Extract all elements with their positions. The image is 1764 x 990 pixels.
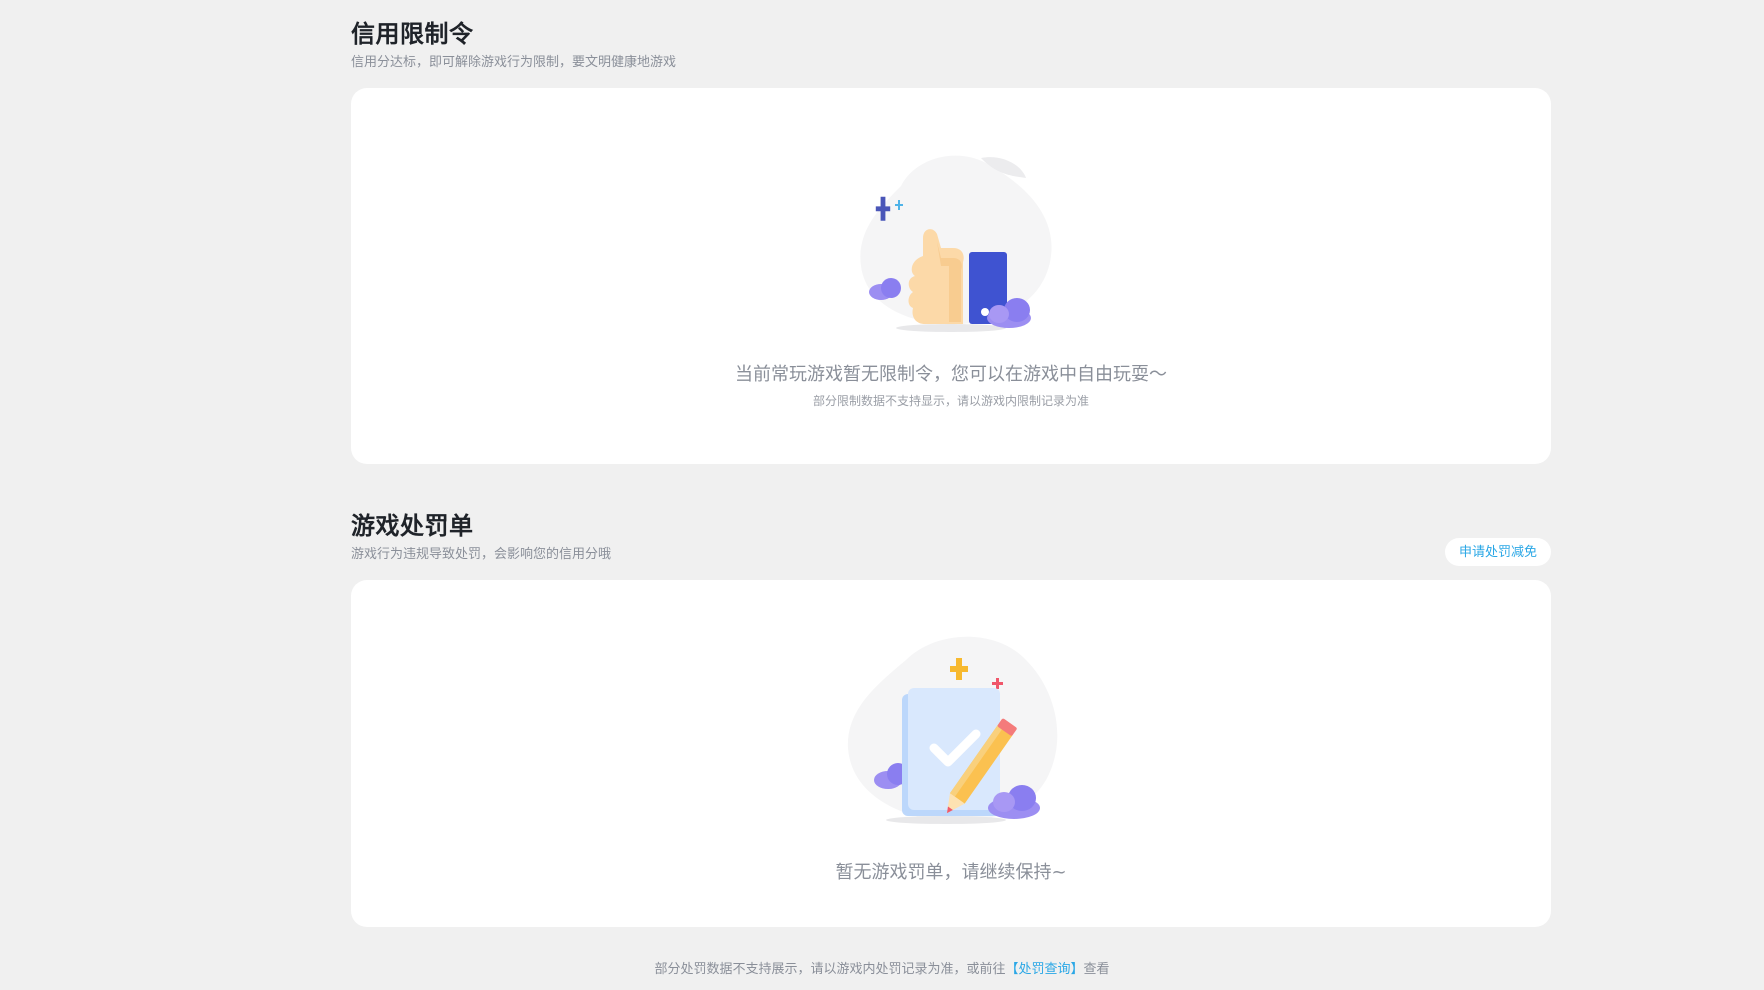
apply-penalty-reduction-button[interactable]: 申请处罚减免 [1444,538,1551,566]
footer-note-suffix: 查看 [1083,962,1110,977]
penalty-subtitle: 游戏行为违规导致处罚，会影响您的信用分哦 [351,547,612,562]
credit-restriction-empty-subtext: 部分限制数据不支持显示，请以游戏内限制记录为准 [812,394,1089,408]
penalty-card: 暂无游戏罚单，请继续保持~ [351,580,1551,927]
checklist-pencil-icon [836,630,1066,826]
penalty-title: 游戏处罚单 [351,512,474,540]
footer-note: 部分处罚数据不支持展示，请以游戏内处罚记录为准，或前往【处罚查询】查看 [0,958,1764,977]
credit-restriction-header: 信用限制令 信用分达标，即可解除游戏行为限制，要文明健康地游戏 [351,18,1551,72]
thumbs-up-icon [841,146,1061,336]
penalty-header: 游戏处罚单 游戏行为违规导致处罚，会影响您的信用分哦 [351,510,1551,570]
footer-note-prefix: 部分处罚数据不支持展示，请以游戏内处罚记录为准，或前往 [654,962,1006,977]
credit-restriction-title: 信用限制令 [351,20,474,48]
credit-restriction-empty-text: 当前常玩游戏暂无限制令，您可以在游戏中自由玩耍～ [735,364,1167,385]
credit-restriction-subtitle: 信用分达标，即可解除游戏行为限制，要文明健康地游戏 [351,55,677,70]
penalty-query-link[interactable]: 【处罚查询】 [1005,962,1083,977]
credit-restriction-card: 当前常玩游戏暂无限制令，您可以在游戏中自由玩耍～ 部分限制数据不支持显示，请以游… [351,88,1551,464]
penalty-empty-text: 暂无游戏罚单，请继续保持~ [835,862,1067,883]
page: 信用限制令 信用分达标，即可解除游戏行为限制，要文明健康地游戏 当前常玩游戏暂无… [0,0,1764,990]
